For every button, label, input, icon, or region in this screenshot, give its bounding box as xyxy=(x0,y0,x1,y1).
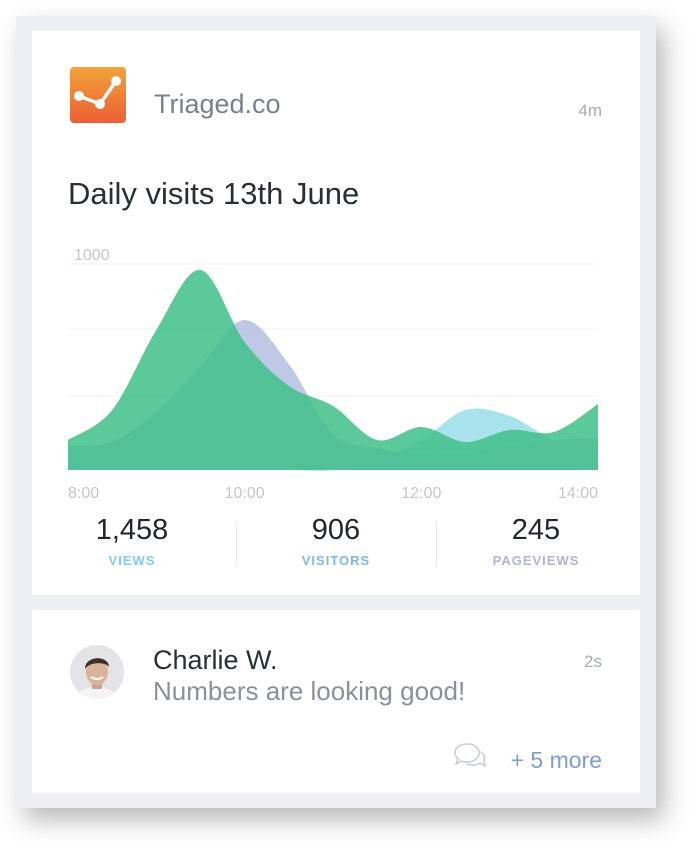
stat-visitors: 906 VISITORS xyxy=(236,514,436,568)
x-tick-label: 8:00 xyxy=(68,485,99,498)
user-avatar-icon xyxy=(70,645,124,699)
comment-author[interactable]: Charlie W. xyxy=(153,645,278,676)
visitors-label: VISITORS xyxy=(301,553,371,568)
comments-icon[interactable] xyxy=(452,742,486,772)
x-tick-label: 14:00 xyxy=(558,485,598,498)
pageviews-value: 245 xyxy=(511,514,561,546)
series-green-area xyxy=(68,269,598,470)
analytics-logo-icon xyxy=(70,67,126,123)
pageviews-label: PAGEVIEWS xyxy=(492,553,580,568)
more-comments-link[interactable]: + 5 more xyxy=(511,747,602,774)
comment-timestamp: 2s xyxy=(584,652,602,671)
stat-views: 1,458 VIEWS xyxy=(32,514,232,568)
comment-message: Numbers are looking good! xyxy=(153,676,466,706)
post-timestamp: 4m xyxy=(578,101,602,120)
x-tick-label: 10:00 xyxy=(225,485,265,498)
views-value: 1,458 xyxy=(95,514,169,546)
y-tick-label: 1000 xyxy=(74,247,110,264)
source-name[interactable]: Triaged.co xyxy=(154,89,281,120)
comment-card: Charlie W. Numbers are looking good! 2s … xyxy=(32,610,640,793)
analytics-card: Triaged.co 4m Daily visits 13th June 100… xyxy=(32,31,640,595)
views-label: VIEWS xyxy=(108,553,156,568)
chart-title: Daily visits 13th June xyxy=(68,176,360,211)
x-tick-label: 12:00 xyxy=(401,485,441,498)
feed-panel: Triaged.co 4m Daily visits 13th June 100… xyxy=(16,16,656,808)
stat-pageviews: 245 PAGEVIEWS xyxy=(436,514,636,568)
visitors-value: 906 xyxy=(311,514,361,546)
daily-visits-chart: 1000 8:00 10:00 12:00 14:00 xyxy=(68,247,598,498)
avatar[interactable] xyxy=(70,645,124,699)
